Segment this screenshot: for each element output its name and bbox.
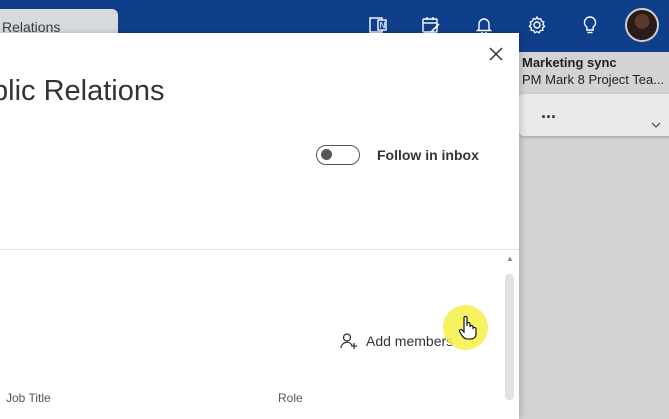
chevron-down-icon[interactable] (651, 118, 661, 132)
close-icon (489, 47, 503, 61)
user-avatar[interactable] (625, 8, 659, 42)
gear-icon[interactable] (526, 14, 548, 36)
hand-cursor-icon (458, 316, 478, 340)
scrollbar[interactable] (505, 274, 514, 400)
add-person-icon (340, 333, 357, 349)
follow-in-inbox-toggle[interactable] (316, 145, 360, 165)
background-calendar-area: Marketing sync PM Mark 8 Project Tea... … (519, 52, 669, 419)
column-header-job-title[interactable]: Job Title (6, 391, 51, 405)
event-subtitle: PM Mark 8 Project Tea... (522, 72, 665, 87)
add-members-label: Add members (366, 333, 454, 349)
column-header-role[interactable]: Role (278, 391, 303, 405)
section-divider (0, 249, 519, 250)
group-details-panel: blic Relations Follow in inbox ▲ Add mem… (0, 33, 519, 419)
event-title[interactable]: Marketing sync (522, 55, 617, 70)
scroll-up-arrow-icon[interactable]: ▲ (506, 254, 514, 263)
scrollbar-thumb[interactable] (505, 274, 514, 400)
add-members-button[interactable]: Add members (340, 330, 453, 352)
toggle-knob (321, 149, 332, 160)
follow-in-inbox-label: Follow in inbox (377, 147, 479, 163)
close-button[interactable] (486, 44, 506, 64)
panel-title: blic Relations (0, 75, 165, 107)
lightbulb-icon[interactable] (579, 14, 601, 36)
svg-text:N: N (380, 21, 386, 30)
more-options-button[interactable]: ... (541, 102, 556, 123)
event-card[interactable]: ... (519, 94, 669, 136)
